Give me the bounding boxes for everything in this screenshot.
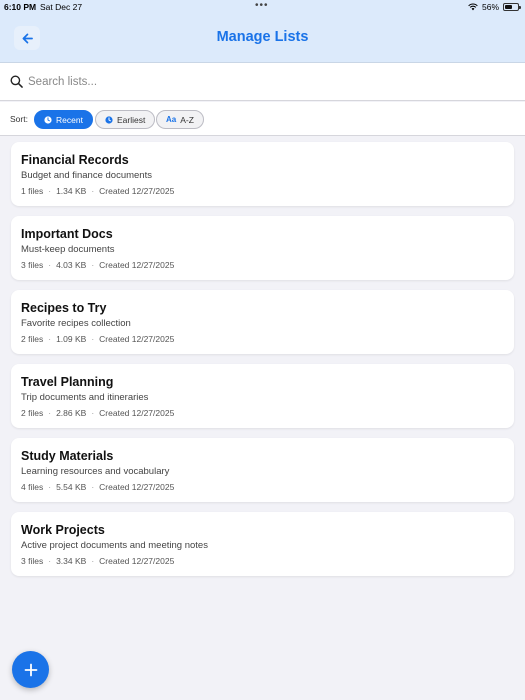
list-description: Must-keep documents: [21, 244, 115, 255]
list-created: Created 12/27/2025: [99, 556, 175, 566]
status-indicators: 56%: [468, 2, 521, 12]
header-bar: 6:10 PM Sat Dec 27 ••• 56% Manage Lists: [0, 0, 525, 63]
list-description: Budget and finance documents: [21, 170, 152, 181]
list-meta: 4 files · 5.54 KB · Created 12/27/2025: [21, 482, 175, 492]
plus-icon: [24, 663, 37, 676]
sort-recent-button[interactable]: Recent: [34, 110, 93, 129]
list-title: Recipes to Try: [21, 301, 107, 315]
list-size: 1.34 KB: [56, 186, 87, 196]
list-size: 4.03 KB: [56, 260, 87, 270]
list-meta: 1 files · 1.34 KB · Created 12/27/2025: [21, 186, 175, 196]
list-title: Financial Records: [21, 153, 129, 167]
list-card[interactable]: Travel Planning Trip documents and itine…: [11, 364, 514, 428]
list-size: 3.34 KB: [56, 556, 87, 566]
list-created: Created 12/27/2025: [99, 482, 175, 492]
list-description: Trip documents and itineraries: [21, 392, 149, 403]
sort-earliest-label: Earliest: [117, 114, 146, 125]
clock-icon: [105, 115, 113, 124]
multitasking-dots-icon[interactable]: •••: [255, 0, 269, 11]
alphabet-icon: Aa: [166, 115, 177, 124]
list-file-count: 3 files: [21, 260, 44, 270]
sort-az-button[interactable]: Aa A-Z: [156, 110, 204, 129]
list-file-count: 4 files: [21, 482, 44, 492]
list-file-count: 3 files: [21, 556, 44, 566]
list-title: Work Projects: [21, 523, 105, 537]
list-file-count: 2 files: [21, 334, 44, 344]
battery-icon: [503, 3, 521, 11]
search-bar: [0, 63, 525, 101]
list-created: Created 12/27/2025: [99, 260, 175, 270]
list-card[interactable]: Recipes to Try Favorite recipes collecti…: [11, 290, 514, 354]
sort-bar: Sort: Recent Earliest Aa A-Z: [0, 102, 525, 136]
sort-label: Sort:: [10, 114, 28, 124]
status-date: Sat Dec 27: [40, 2, 83, 12]
list-card[interactable]: Financial Records Budget and finance doc…: [11, 142, 514, 206]
search-icon: [10, 75, 23, 88]
list-size: 1.09 KB: [56, 334, 87, 344]
list-title: Travel Planning: [21, 375, 114, 389]
status-time: 6:10 PM: [4, 2, 37, 12]
battery-level-fill: [505, 5, 512, 9]
list-title: Study Materials: [21, 449, 114, 463]
search-input[interactable]: [28, 72, 508, 92]
list-title: Important Docs: [21, 227, 113, 241]
list-card[interactable]: Study Materials Learning resources and v…: [11, 438, 514, 502]
wifi-icon: [468, 3, 478, 11]
list-description: Active project documents and meeting not…: [21, 540, 208, 551]
list-size: 5.54 KB: [56, 482, 87, 492]
list-created: Created 12/27/2025: [99, 334, 175, 344]
sort-recent-label: Recent: [56, 114, 83, 125]
list-file-count: 1 files: [21, 186, 44, 196]
list-meta: 2 files · 2.86 KB · Created 12/27/2025: [21, 408, 175, 418]
list-size: 2.86 KB: [56, 408, 87, 418]
list-card[interactable]: Work Projects Active project documents a…: [11, 512, 514, 576]
sort-az-label: A-Z: [180, 114, 194, 125]
list-description: Favorite recipes collection: [21, 318, 131, 329]
list-description: Learning resources and vocabulary: [21, 466, 170, 477]
list-file-count: 2 files: [21, 408, 44, 418]
list-created: Created 12/27/2025: [99, 408, 175, 418]
clock-icon: [44, 115, 52, 124]
list-meta: 3 files · 3.34 KB · Created 12/27/2025: [21, 556, 175, 566]
battery-percent: 56%: [481, 2, 499, 12]
list-created: Created 12/27/2025: [99, 186, 175, 196]
page-title: Manage Lists: [216, 29, 309, 45]
list-card[interactable]: Important Docs Must-keep documents 3 fil…: [11, 216, 514, 280]
add-list-button[interactable]: [12, 651, 49, 688]
battery-tip: [519, 6, 521, 9]
sort-earliest-button[interactable]: Earliest: [95, 110, 156, 129]
list-meta: 2 files · 1.09 KB · Created 12/27/2025: [21, 334, 175, 344]
status-bar: 6:10 PM Sat Dec 27 ••• 56%: [0, 0, 525, 13]
list-meta: 3 files · 4.03 KB · Created 12/27/2025: [21, 260, 175, 270]
